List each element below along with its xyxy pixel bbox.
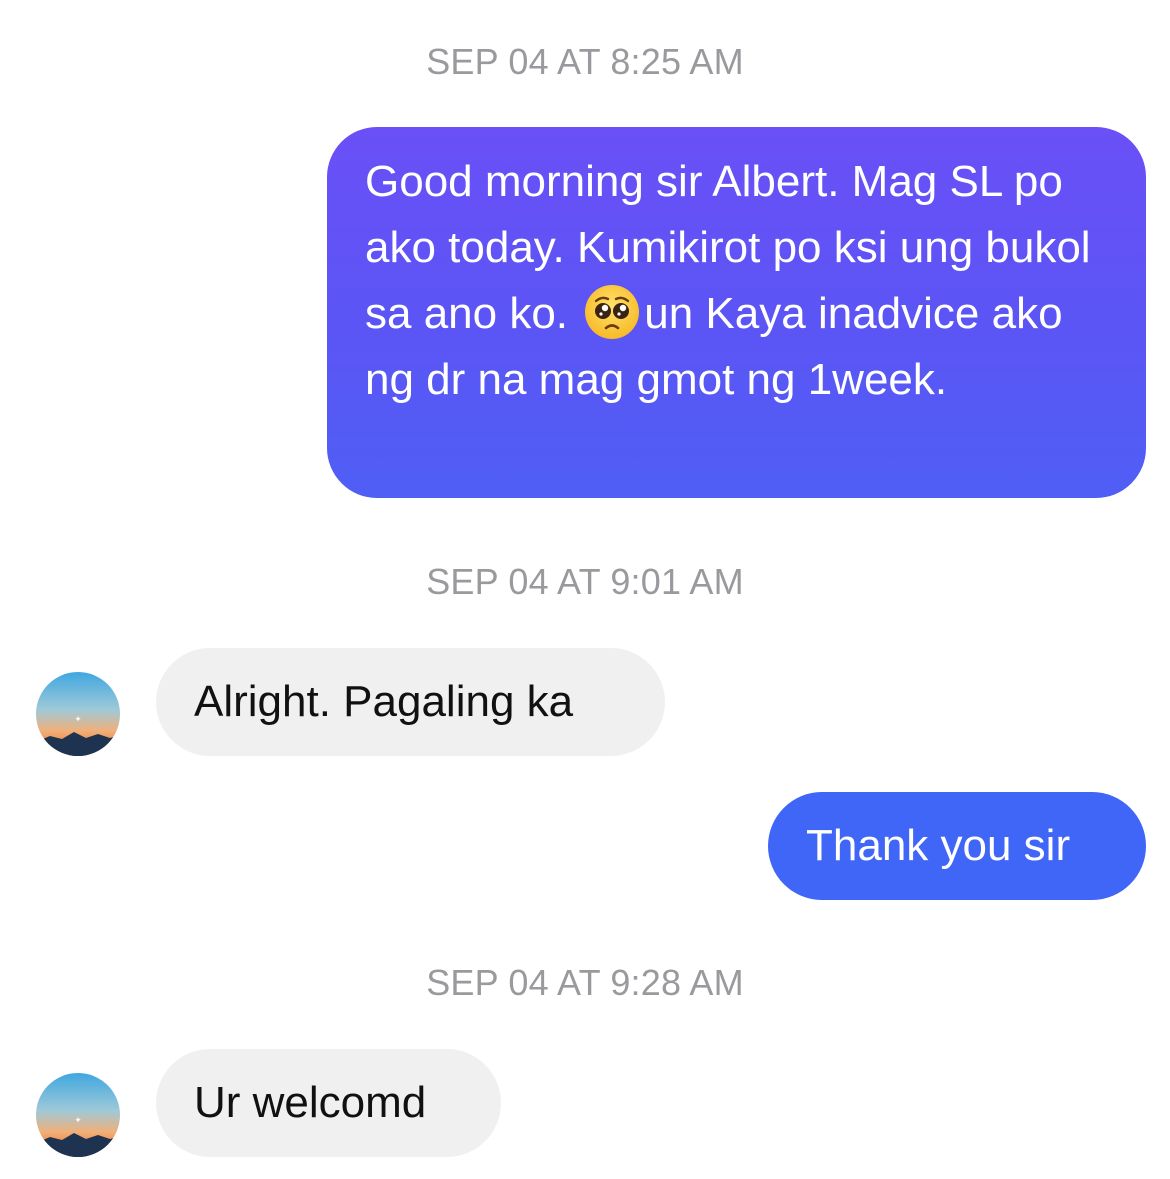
svg-text:✦: ✦ [74, 1116, 82, 1126]
message-timestamp: SEP 04 AT 9:28 AM [426, 962, 744, 1003]
incoming-message-bubble[interactable]: Ur welcomd [156, 1049, 501, 1157]
pleading-face-icon [584, 284, 640, 340]
outgoing-message-bubble[interactable]: Good morning sir Albert. Mag SL po ako t… [327, 127, 1146, 498]
outgoing-message-bubble[interactable]: Thank you sir [768, 792, 1146, 900]
contact-avatar[interactable]: ✦ [36, 1073, 120, 1157]
incoming-message-bubble[interactable]: Alright. Pagaling ka [156, 648, 665, 756]
message-timestamp: SEP 04 AT 9:01 AM [426, 561, 744, 602]
contact-avatar[interactable]: ✦ [36, 672, 120, 756]
message-timestamp: SEP 04 AT 8:25 AM [426, 41, 744, 82]
svg-text:✦: ✦ [74, 715, 82, 725]
